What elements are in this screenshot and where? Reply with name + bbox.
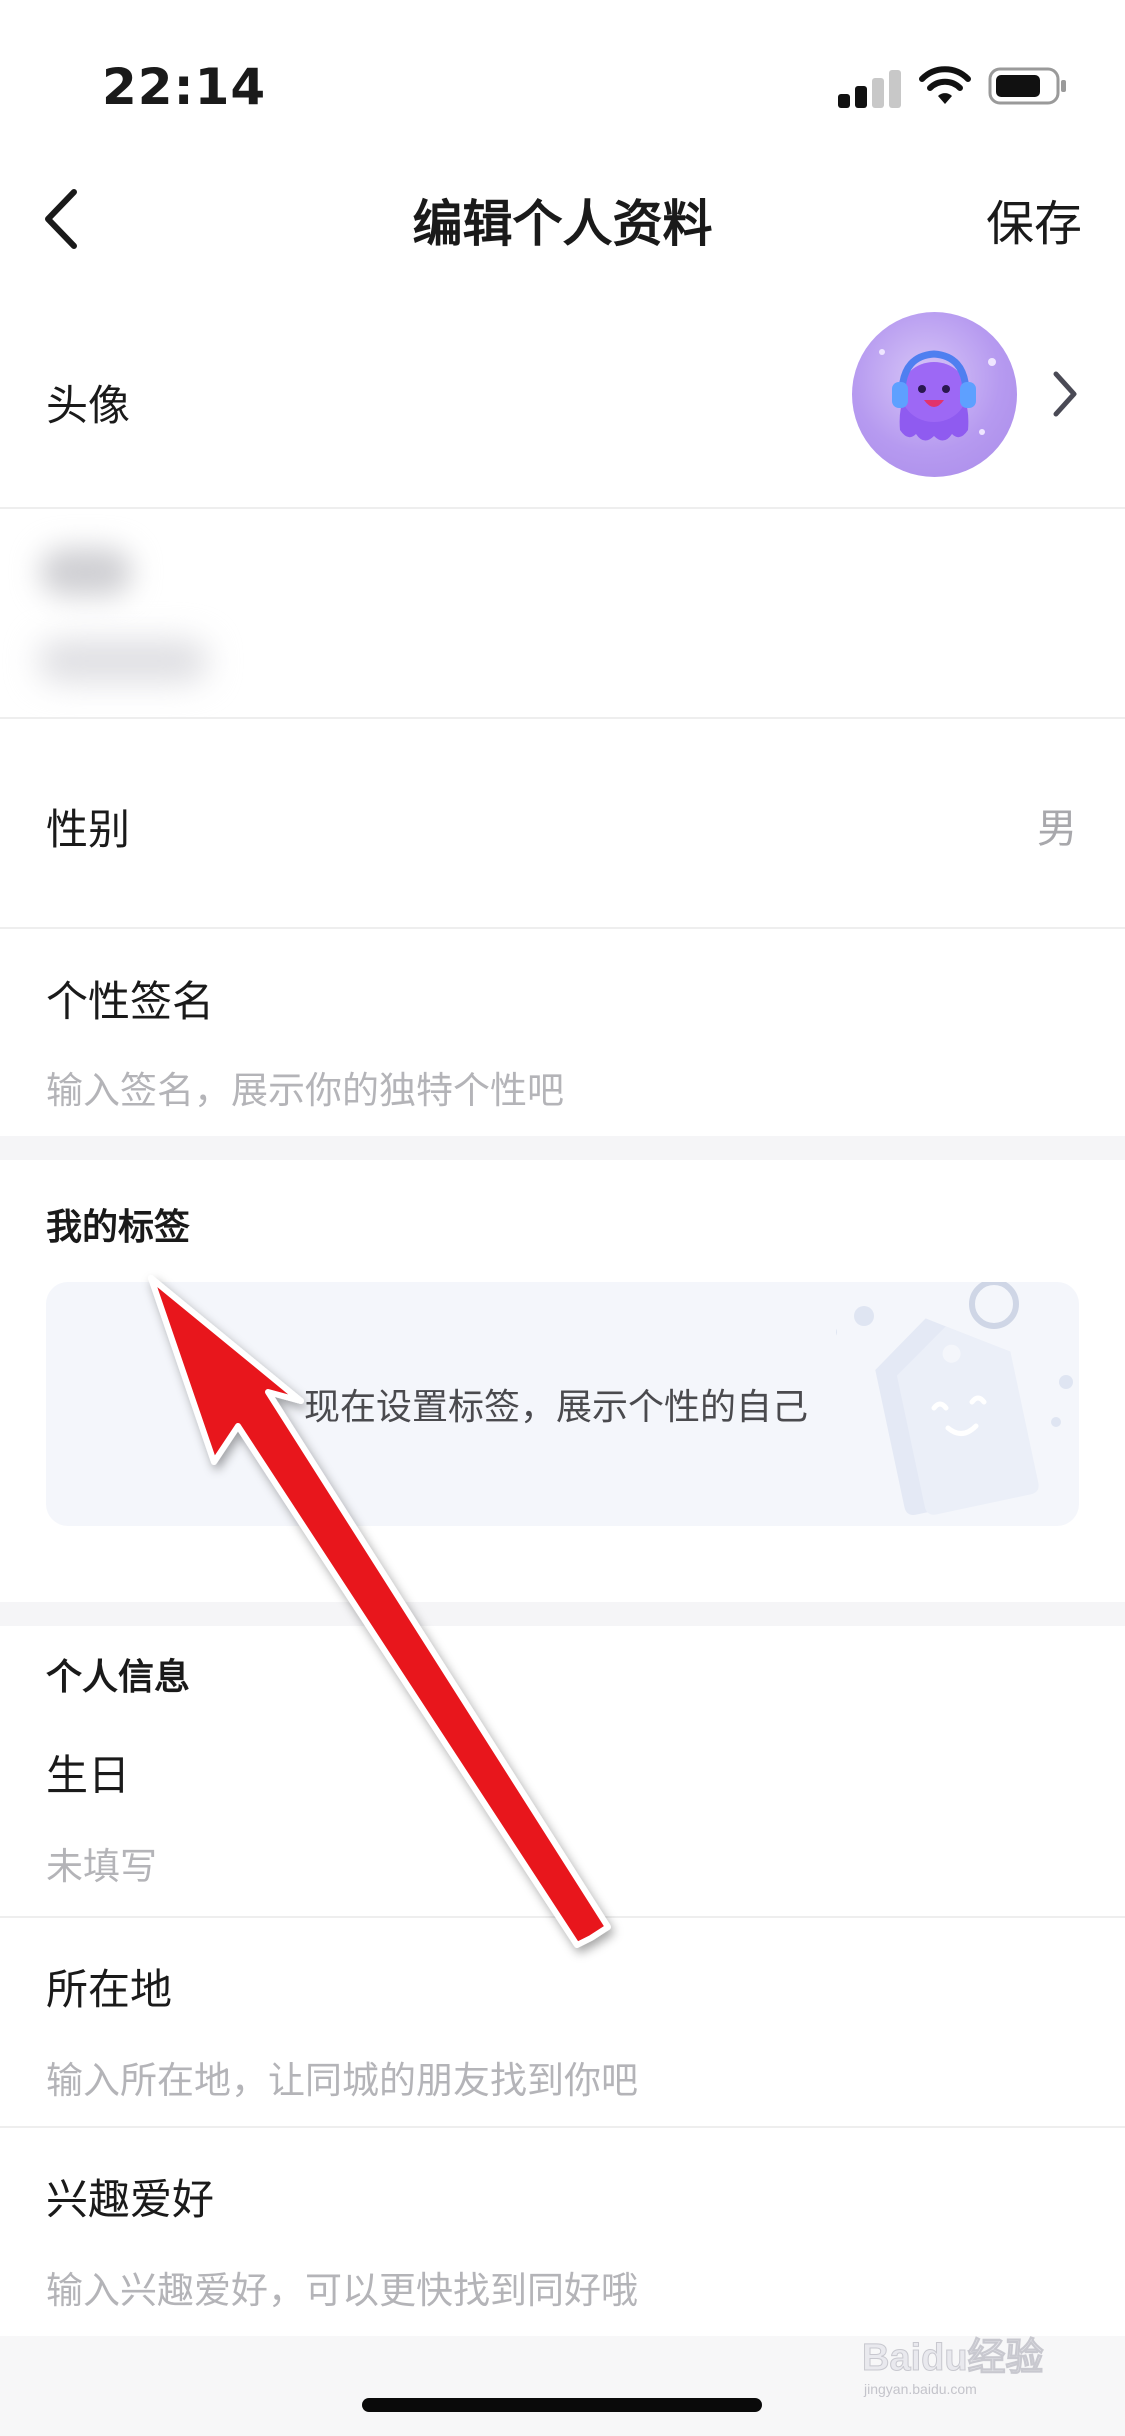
avatar-label: 头像 xyxy=(46,381,131,430)
section-gap xyxy=(0,1136,1125,1160)
status-bar: 22:14 xyxy=(0,0,1125,150)
blurred-nickname xyxy=(40,548,132,596)
location-input[interactable]: 输入所在地，让同城的朋友找到你吧 xyxy=(46,2050,638,2104)
location-row[interactable]: 所在地 输入所在地，让同城的朋友找到你吧 xyxy=(0,1918,1125,2126)
home-indicator xyxy=(362,2398,762,2412)
watermark-subtext: jingyan.baidu.com xyxy=(863,2381,977,2397)
signature-label: 个性签名 xyxy=(46,977,215,1026)
hobbies-input[interactable]: 输入兴趣爱好，可以更快找到同好哦 xyxy=(46,2260,638,2314)
tag-setup-hint: 现在设置标签，展示个性的自己 xyxy=(304,1387,809,1428)
baidu-jingyan-watermark: Baidu经验 jingyan.baidu.com xyxy=(862,2337,1045,2398)
blurred-user-id xyxy=(38,640,208,682)
signature-input[interactable]: 输入签名，展示你的独特个性吧 xyxy=(46,1060,564,1114)
gender-label: 性别 xyxy=(46,805,131,854)
wifi-icon xyxy=(919,66,971,104)
page-title: 编辑个人资料 xyxy=(412,195,713,253)
watermark-text: Baidu经验 xyxy=(862,2337,1044,2379)
nav-bar: 编辑个人资料 保存 xyxy=(0,150,1125,285)
tag-setup-card[interactable]: 现在设置标签，展示个性的自己 xyxy=(46,1282,1079,1526)
section-gap xyxy=(0,1602,1125,1626)
battery-icon xyxy=(988,67,1066,105)
status-time: 22:14 xyxy=(102,58,267,116)
signature-row[interactable]: 个性签名 输入签名，展示你的独特个性吧 xyxy=(0,929,1125,1136)
chevron-right-icon xyxy=(1053,371,1077,417)
save-button[interactable]: 保存 xyxy=(986,184,1082,254)
birthday-row[interactable]: 生日 未填写 xyxy=(0,1720,1125,1916)
location-label: 所在地 xyxy=(46,1965,173,2014)
personal-info-title: 个人信息 xyxy=(46,1657,191,1698)
tags-section-title: 我的标签 xyxy=(46,1207,191,1248)
hobbies-label: 兴趣爱好 xyxy=(46,2175,215,2224)
tag-mascot-icon xyxy=(836,1282,1073,1515)
nickname-row[interactable] xyxy=(0,509,1125,717)
hobbies-row[interactable]: 兴趣爱好 输入兴趣爱好，可以更快找到同好哦 xyxy=(0,2128,1125,2336)
cellular-signal-icon xyxy=(838,68,901,108)
gender-row[interactable]: 性别 xyxy=(0,719,1125,927)
birthday-label: 生日 xyxy=(46,1751,131,1800)
birthday-value: 未填写 xyxy=(46,1845,157,1888)
avatar[interactable] xyxy=(852,312,1017,477)
octopus-mascot-icon xyxy=(879,349,996,441)
gender-value: 男 xyxy=(1037,806,1077,852)
